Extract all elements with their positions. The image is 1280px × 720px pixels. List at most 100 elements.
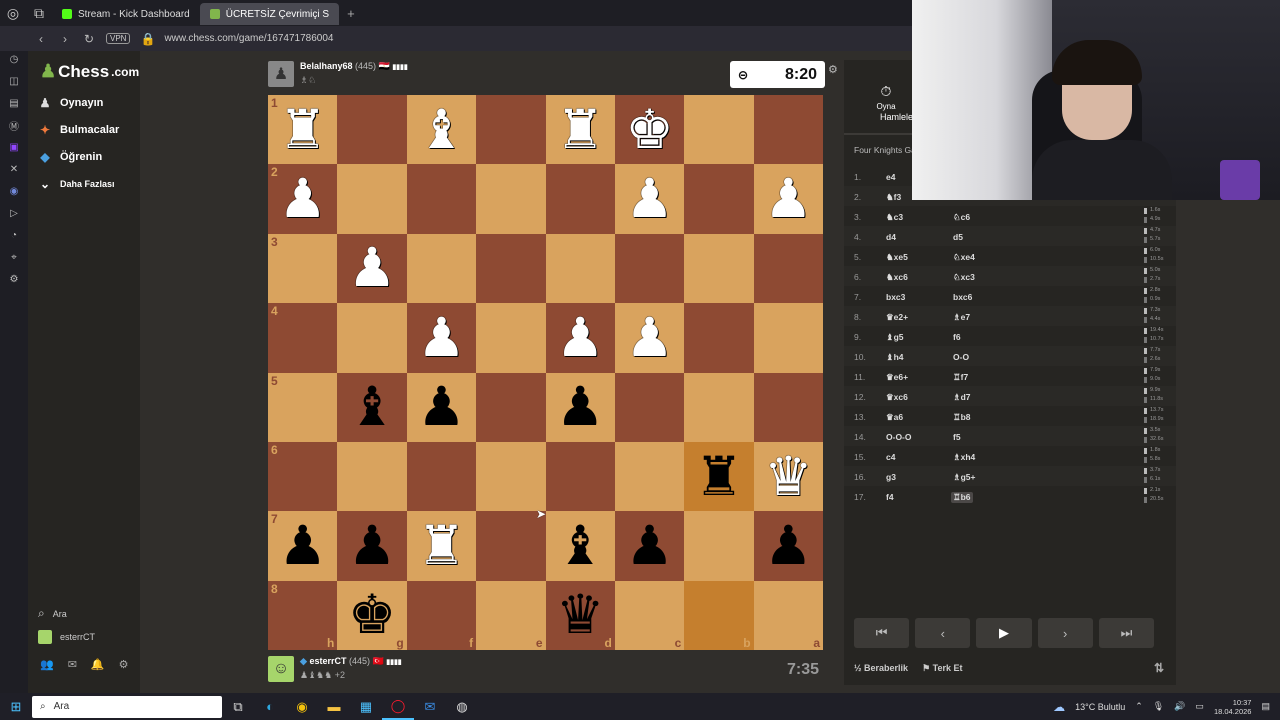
white-move[interactable]: ♞c3	[886, 212, 903, 223]
square-d5[interactable]: ♟	[545, 372, 615, 442]
square-f4[interactable]: ♟	[406, 303, 477, 373]
square-a4[interactable]	[753, 303, 823, 373]
square-f8[interactable]: f	[406, 580, 477, 650]
black-move[interactable]: ♘xe4	[951, 252, 977, 263]
chess-board[interactable]: 1 ♜ ♝ ♜ ♚ 2 ♟ ♟ ♟ 3 ♟ 4 ♟ ♟ ♟ 5 ♝ ♟ ♟ 6 ♜ ♛ 7 ♟ ♟ ♜ ♝ ♟ ♟ 8 h g ♚ f e d ♛ c b a	[268, 95, 823, 650]
tab-chess[interactable]: ÜCRETSİZ Çevrimiçi S	[199, 3, 340, 25]
edge-icon[interactable]: ◐	[254, 693, 286, 720]
tab-moves[interactable]: Hamlele	[880, 112, 913, 122]
square-a8[interactable]: a	[753, 580, 823, 650]
nav-play[interactable]: ♟ Oynayın	[38, 96, 104, 110]
chrome-icon[interactable]: ◉	[286, 693, 318, 720]
square-h4[interactable]: 4	[268, 303, 338, 373]
opening-name[interactable]: Four Knights Ga	[854, 145, 916, 155]
black-move[interactable]: f5	[951, 432, 963, 442]
first-move-button[interactable]: ⏮	[854, 618, 910, 648]
back-icon[interactable]: ‹	[34, 32, 48, 46]
white-move[interactable]: f4	[886, 492, 894, 502]
white-move[interactable]: ♝h4	[886, 352, 904, 363]
settings-icon[interactable]: ⚙	[6, 271, 22, 287]
black-move[interactable]: ♖f7	[951, 372, 970, 383]
white-move[interactable]: d4	[886, 232, 896, 242]
square-d6[interactable]	[545, 441, 615, 512]
square-a6[interactable]: ♛	[753, 441, 823, 512]
black-pawn-icon[interactable]: ♟	[417, 380, 465, 434]
tab-kick-dashboard[interactable]: Stream - Kick Dashboard	[52, 3, 200, 25]
weather-text[interactable]: 13°C Bulutlu	[1075, 702, 1125, 712]
square-e8[interactable]: e	[476, 580, 546, 650]
square-g5[interactable]: ♝	[337, 372, 407, 442]
white-move[interactable]: O-O-O	[886, 432, 912, 442]
browser-logo-icon[interactable]: ◎	[0, 0, 26, 26]
white-bishop-icon[interactable]: ♝	[417, 103, 465, 157]
square-e3[interactable]	[476, 233, 546, 304]
square-g3[interactable]: ♟	[337, 233, 407, 304]
white-pawn-icon[interactable]: ♟	[556, 311, 604, 365]
bottom-player-avatar[interactable]: ☺	[268, 656, 294, 682]
white-move[interactable]: ♞xc6	[886, 272, 908, 283]
white-pawn-icon[interactable]: ♟	[348, 241, 396, 295]
square-e1[interactable]	[476, 95, 546, 165]
black-move[interactable]: ♗xh4	[951, 452, 977, 463]
pin-icon[interactable]: ⌖	[6, 249, 22, 265]
square-h5[interactable]: 5	[268, 372, 338, 442]
square-b3[interactable]	[684, 233, 754, 304]
square-g7[interactable]: ♟	[337, 511, 407, 581]
black-move[interactable]: ♘c6	[951, 212, 972, 223]
square-f6[interactable]	[406, 441, 477, 512]
square-a7[interactable]: ♟	[753, 511, 823, 581]
square-h1[interactable]: 1 ♜	[268, 95, 338, 165]
board-settings-icon[interactable]: ⚙	[828, 63, 838, 76]
black-move[interactable]: f6	[951, 332, 963, 342]
draw-button[interactable]: ½ Beraberlik	[854, 663, 908, 673]
bottom-player-name[interactable]: esterrCT	[309, 656, 346, 666]
url-field[interactable]: www.chess.com/game/167471786004	[164, 33, 333, 44]
prev-move-button[interactable]: ‹	[915, 618, 971, 648]
square-g1[interactable]	[337, 95, 407, 165]
square-c1[interactable]: ♚	[614, 95, 685, 165]
square-h6[interactable]: 6	[268, 441, 338, 512]
white-move[interactable]: ♛e2+	[886, 312, 908, 323]
square-a2[interactable]: ♟	[753, 164, 823, 234]
square-d7[interactable]: ♝	[545, 511, 615, 581]
file-explorer-icon[interactable]: ▬	[318, 693, 350, 720]
white-rook-icon[interactable]: ♜	[556, 103, 604, 157]
last-move-button[interactable]: ⏭	[1098, 618, 1155, 648]
top-player-name[interactable]: Belalhany68	[300, 61, 353, 71]
white-move[interactable]: c4	[886, 452, 895, 462]
black-pawn-icon[interactable]: ♟	[278, 519, 326, 573]
top-player-avatar[interactable]: ♟	[268, 61, 294, 87]
flip-board-icon[interactable]: ⇅	[1154, 661, 1164, 675]
square-b8[interactable]: b	[684, 580, 754, 650]
square-e2[interactable]	[476, 164, 546, 234]
square-c3[interactable]	[614, 233, 685, 304]
resign-button[interactable]: ⚑ Terk Et	[922, 663, 962, 674]
bag-icon[interactable]: ◫	[6, 73, 22, 89]
white-move[interactable]: ♛xc6	[886, 392, 908, 403]
white-move[interactable]: ♞xe5	[886, 252, 908, 263]
square-f5[interactable]: ♟	[406, 372, 477, 442]
square-a5[interactable]	[753, 372, 823, 442]
white-pawn-icon[interactable]: ♟	[625, 311, 673, 365]
square-b6[interactable]: ♜	[684, 441, 754, 512]
white-move[interactable]: ♝g5	[886, 332, 904, 343]
black-move[interactable]: ♗g5+	[951, 472, 978, 483]
sidebar-user[interactable]: esterrCT	[38, 630, 95, 644]
forward-icon[interactable]: ›	[58, 32, 72, 46]
play-button[interactable]: ▶	[976, 618, 1032, 648]
square-e4[interactable]	[476, 303, 546, 373]
square-g2[interactable]	[337, 164, 407, 234]
black-queen-icon[interactable]: ♛	[556, 588, 604, 642]
black-move[interactable]: d5	[951, 232, 965, 242]
twitch-icon[interactable]: ▣	[6, 139, 22, 155]
black-move[interactable]: ♖b8	[951, 412, 973, 423]
white-rook-icon[interactable]: ♜	[278, 103, 326, 157]
mail-icon[interactable]: ✉	[414, 693, 446, 720]
messenger-icon[interactable]: Ⓜ	[6, 117, 22, 133]
black-king-icon[interactable]: ♚	[348, 588, 396, 642]
square-c4[interactable]: ♟	[614, 303, 685, 373]
sidebar-search[interactable]: ⌕ Ara	[38, 606, 67, 621]
square-d3[interactable]	[545, 233, 615, 304]
tab-overview-icon[interactable]: ⧉	[26, 0, 52, 26]
square-d8[interactable]: d ♛	[545, 580, 615, 650]
